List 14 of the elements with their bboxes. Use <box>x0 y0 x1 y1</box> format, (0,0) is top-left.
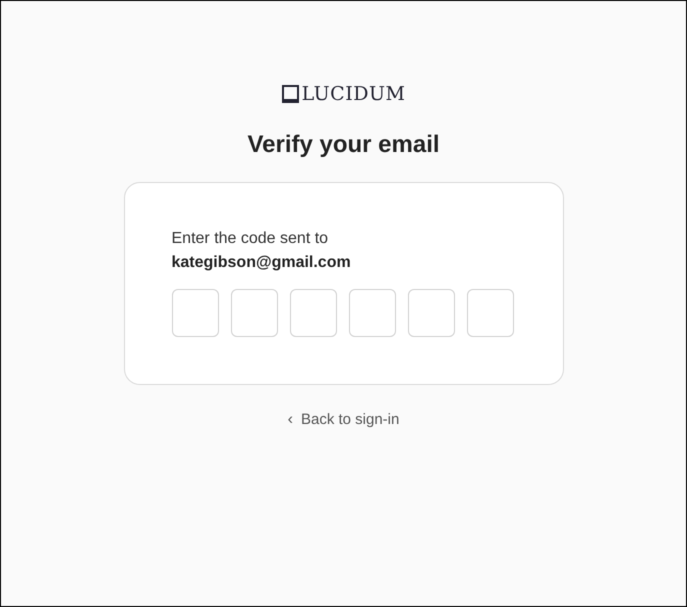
code-digit-field[interactable] <box>408 289 454 337</box>
code-digit-field[interactable] <box>290 289 336 337</box>
code-digit-field[interactable] <box>466 289 514 337</box>
back-to-sign-in-link[interactable]: ‹ Back to sign-in <box>288 409 400 432</box>
code-digit-field[interactable] <box>348 289 396 337</box>
logo-icon <box>282 85 299 103</box>
email-address: kategibson@gmail.com <box>172 253 352 273</box>
logo-text: LUCIDUM <box>302 84 406 104</box>
code-digit-field[interactable] <box>230 289 278 337</box>
back-link-label: Back to sign-in <box>300 410 400 430</box>
prompt-text: Enter the code sent to <box>172 229 330 249</box>
code-digit-field[interactable] <box>172 289 218 337</box>
page-title: Verify your email <box>247 133 440 157</box>
chevron-left-icon: ‹ <box>288 412 293 428</box>
